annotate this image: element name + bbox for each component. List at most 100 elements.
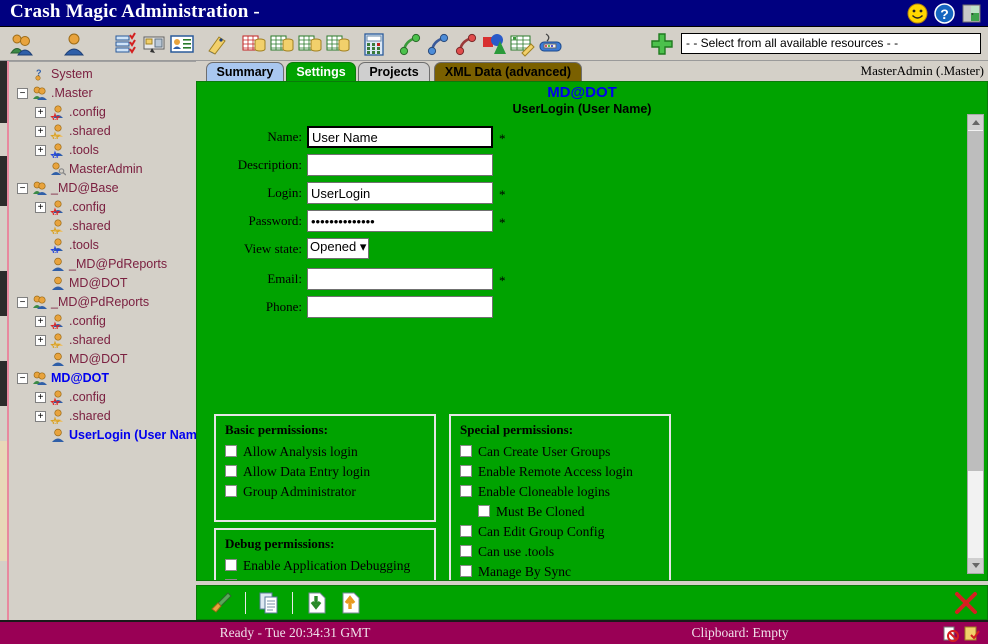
checkbox[interactable] [225, 465, 237, 477]
tab-projects[interactable]: Projects [358, 62, 430, 81]
tree-item-config[interactable]: +.config [9, 198, 196, 217]
tree-item-shared[interactable]: +.shared [9, 407, 196, 426]
table-edit-icon[interactable] [509, 31, 535, 57]
table-green-db3-icon[interactable] [325, 31, 351, 57]
checkbox[interactable] [460, 565, 472, 577]
email-input[interactable] [307, 268, 493, 290]
user-group-icon[interactable] [9, 31, 35, 57]
user-blue-star-icon [50, 238, 66, 253]
tree-item-md-pdreports[interactable]: −_MD@PdReports [9, 293, 196, 312]
checkbox[interactable] [225, 485, 237, 497]
link-green-icon[interactable] [397, 31, 423, 57]
add-resource-button[interactable] [650, 32, 674, 56]
tab-settings[interactable]: Settings [286, 62, 356, 81]
window-buttons: ? [907, 3, 982, 24]
import-down-icon[interactable] [304, 590, 328, 616]
clipboard-check-icon[interactable] [963, 625, 980, 642]
tree-item-md-dot[interactable]: − MD@DOT [9, 369, 196, 388]
tree-item-config[interactable]: +.config [9, 388, 196, 407]
tree-item-tools[interactable]: +.tools [9, 141, 196, 160]
tree-item-shared[interactable]: +.shared [9, 122, 196, 141]
checkbox[interactable] [225, 559, 237, 571]
checkbox[interactable] [460, 465, 472, 477]
tree-item-md-dot[interactable]: MD@DOT [9, 274, 196, 293]
tree-expander-expand[interactable]: + [35, 411, 46, 422]
paste-blocked-icon[interactable] [942, 625, 959, 642]
checkbox[interactable] [460, 545, 472, 557]
resource-tree: ?System−.Master+.config+.shared+.toolsMa… [9, 62, 196, 445]
tree-item-md-base[interactable]: −_MD@Base [9, 179, 196, 198]
close-x-button[interactable] [953, 590, 979, 616]
user-icon[interactable] [61, 31, 87, 57]
tree-expander-expand[interactable]: + [35, 145, 46, 156]
link-red-icon[interactable] [453, 31, 479, 57]
disk-save-icon[interactable] [141, 31, 167, 57]
pen-nib-icon[interactable] [205, 31, 231, 57]
tree-expander-expand[interactable]: + [35, 335, 46, 346]
tree-item-label: MD@DOT [69, 274, 128, 293]
tree-item-label: MD@DOT [51, 369, 109, 388]
shapes-icon[interactable] [481, 31, 507, 57]
phone-input[interactable] [307, 296, 493, 318]
tree-item-master[interactable]: −.Master [9, 84, 196, 103]
user-red-star-icon [50, 105, 66, 120]
help-icon[interactable]: ? [934, 3, 955, 24]
tree-expander-collapse[interactable]: − [17, 373, 28, 384]
tree-item-md-pdreports[interactable]: _MD@PdReports [9, 255, 196, 274]
resource-tree-pane[interactable]: ?System−.Master+.config+.shared+.toolsMa… [9, 61, 196, 604]
tree-expander-collapse[interactable]: − [17, 88, 28, 99]
smiley-icon[interactable] [907, 3, 928, 24]
tab-summary[interactable]: Summary [206, 62, 284, 81]
resource-select[interactable]: - - Select from all available resources … [681, 33, 981, 54]
broom-icon[interactable] [210, 590, 234, 616]
tree-expander-collapse[interactable]: − [17, 297, 28, 308]
network-icon[interactable] [537, 31, 563, 57]
tree-expander-collapse[interactable]: − [17, 183, 28, 194]
tree-expander-expand[interactable]: + [35, 202, 46, 213]
tree-item-system[interactable]: ?System [9, 65, 196, 84]
tree-item-userlogin-user-name[interactable]: UserLogin (User Name [9, 426, 196, 445]
field-label: Login: [267, 185, 302, 201]
link-blue-icon[interactable] [425, 31, 451, 57]
table-green-db2-icon[interactable] [297, 31, 323, 57]
checkbox[interactable] [225, 579, 237, 581]
tree-expander-expand[interactable]: + [35, 107, 46, 118]
copy-icon[interactable] [257, 590, 281, 616]
login-input[interactable] [307, 182, 493, 204]
clipboard-status: Clipboard: Empty [590, 625, 890, 641]
checkbox-label: Allow Data Entry login [243, 462, 370, 481]
description-input[interactable] [307, 154, 493, 176]
name-input[interactable] [307, 126, 493, 148]
svg-text:?: ? [940, 6, 949, 22]
table-green-db-icon[interactable] [269, 31, 295, 57]
list-checks-icon[interactable] [113, 31, 139, 57]
checkbox[interactable] [225, 445, 237, 457]
exit-door-icon[interactable] [961, 3, 982, 24]
form-vertical-scrollbar[interactable] [967, 114, 984, 574]
export-up-icon[interactable] [338, 590, 362, 616]
password-input[interactable] [307, 210, 493, 232]
tree-expander-expand[interactable]: + [35, 392, 46, 403]
scroll-up-button[interactable] [968, 115, 983, 130]
view-state-select[interactable]: Opened ▾ [307, 238, 369, 259]
checkbox[interactable] [478, 505, 490, 517]
user-gold-star-icon [50, 409, 66, 424]
tab-xml[interactable]: XML Data (advanced) [434, 62, 582, 81]
table-red-db-icon[interactable] [241, 31, 267, 57]
tree-item-shared[interactable]: .shared [9, 217, 196, 236]
calculator-icon[interactable] [361, 31, 387, 57]
checkbox[interactable] [460, 445, 472, 457]
tree-item-md-dot[interactable]: MD@DOT [9, 350, 196, 369]
tree-expander-expand[interactable]: + [35, 316, 46, 327]
scroll-down-button[interactable] [968, 558, 983, 573]
tree-item-config[interactable]: +.config [9, 103, 196, 122]
tree-expander-expand[interactable]: + [35, 126, 46, 137]
tree-item-tools[interactable]: .tools [9, 236, 196, 255]
checkbox[interactable] [460, 485, 472, 497]
tree-item-config[interactable]: +.config [9, 312, 196, 331]
tree-item-masteradmin[interactable]: MasterAdmin [9, 160, 196, 179]
checkbox[interactable] [460, 525, 472, 537]
id-card-icon[interactable] [169, 31, 195, 57]
tree-item-shared[interactable]: +.shared [9, 331, 196, 350]
scroll-thumb[interactable] [968, 131, 983, 471]
